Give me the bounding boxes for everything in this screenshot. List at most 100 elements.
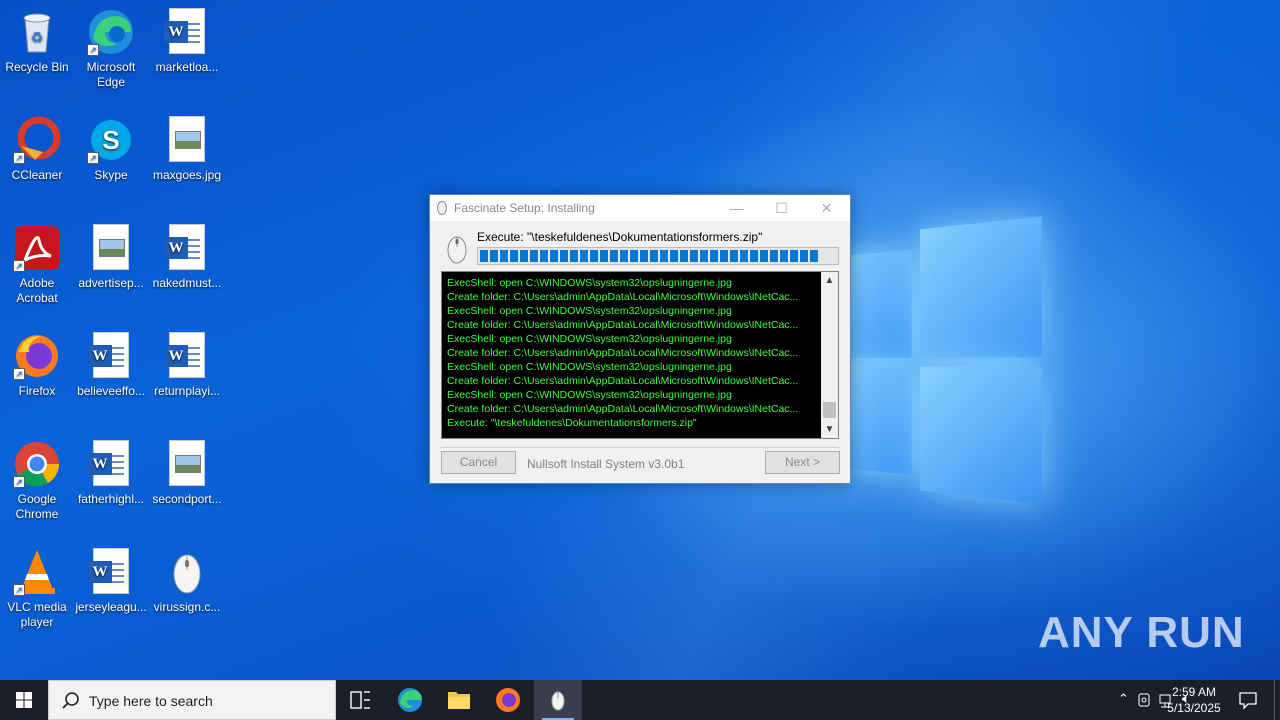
recycle-bin-icon: ♻ — [13, 8, 61, 56]
word-document-icon: W — [87, 332, 135, 380]
desktop-icon-label: returnplayi... — [153, 384, 221, 398]
scroll-down-arrow-icon[interactable]: ▼ — [821, 421, 838, 438]
ccleaner-icon: ↗ — [13, 116, 61, 164]
desktop-icon-label: maxgoes.jpg — [152, 168, 222, 182]
desktop-icon-label: Microsoft Edge — [86, 60, 136, 89]
svg-text:S: S — [102, 125, 119, 155]
scroll-up-arrow-icon[interactable]: ▲ — [821, 272, 838, 289]
image-file-icon — [163, 116, 211, 164]
desktop-icon-firefox[interactable]: ↗ Firefox — [0, 332, 74, 399]
install-progress-bar — [477, 247, 839, 265]
close-button[interactable]: ✕ — [804, 195, 849, 221]
task-view-button[interactable] — [336, 680, 384, 720]
mouse-installer-icon — [437, 201, 447, 215]
dialog-title: Fascinate Setup: Installing — [454, 201, 595, 215]
search-placeholder: Type here to search — [89, 693, 213, 709]
log-line: Create folder: C:\Users\admin\AppData\Lo… — [447, 403, 799, 415]
desktop-icon-secondport[interactable]: secondport... — [150, 440, 224, 507]
search-icon — [62, 692, 79, 709]
desktop-icon-virussign[interactable]: virussign.c... — [150, 548, 224, 615]
desktop-icon-label: Skype — [94, 168, 128, 182]
image-file-icon — [163, 440, 211, 488]
log-line: ExecShell: open C:\WINDOWS\system32\opsl… — [447, 389, 732, 401]
image-file-icon — [87, 224, 135, 272]
dialog-header: Execute: "\teskefuldenes\Dokumentationsf… — [430, 221, 850, 273]
clock[interactable]: 2:59 AM 5/13/2025 — [1160, 684, 1228, 716]
svg-text:♻: ♻ — [31, 29, 44, 45]
desktop-icon-fatherhighl[interactable]: W fatherhighl... — [74, 440, 148, 507]
desktop-icon-vlc[interactable]: ↗ VLC media player — [0, 548, 74, 630]
desktop-icon-label: nakedmust... — [152, 276, 222, 290]
windows-logo-wallpaper — [820, 216, 1042, 504]
show-hidden-icons-chevron-icon[interactable]: ⌃ — [1118, 691, 1129, 707]
word-document-icon: W — [163, 224, 211, 272]
desktop-icon-label: CCleaner — [11, 168, 63, 182]
edge-icon: ↗ — [87, 8, 135, 56]
minimize-button[interactable]: — — [714, 195, 759, 221]
desktop-icon-believeeffo[interactable]: W believeeffo... — [74, 332, 148, 399]
desktop-icon-label: Google Chrome — [15, 492, 59, 521]
maximize-button[interactable]: ☐ — [759, 195, 804, 221]
desktop-icon-label: virussign.c... — [153, 600, 221, 614]
vlc-icon: ↗ — [13, 548, 61, 596]
divider — [441, 447, 839, 448]
firefox-icon: ↗ — [13, 332, 61, 380]
scroll-thumb[interactable] — [823, 402, 836, 418]
device-icon[interactable] — [1136, 692, 1152, 708]
next-button[interactable]: Next > — [765, 451, 840, 474]
log-line: Create folder: C:\Users\admin\AppData\Lo… — [447, 375, 799, 387]
desktop-icon-label: Adobe Acrobat — [16, 276, 58, 305]
install-log[interactable]: ExecShell: open C:\WINDOWS\system32\opsl… — [441, 271, 839, 439]
show-desktop-button[interactable] — [1274, 680, 1280, 720]
word-document-icon: W — [87, 440, 135, 488]
progress-fill — [480, 250, 819, 262]
desktop-icon-recycle-bin[interactable]: ♻ Recycle Bin — [0, 8, 74, 75]
desktop-icon-returnplayi[interactable]: W returnplayi... — [150, 332, 224, 399]
taskbar-file-explorer[interactable] — [435, 680, 483, 720]
desktop-icon-label: believeeffo... — [77, 384, 145, 398]
desktop-icon-adobe-acrobat[interactable]: ↗ Adobe Acrobat — [0, 224, 74, 306]
desktop-icon-nakedmust[interactable]: W nakedmust... — [150, 224, 224, 291]
desktop-icon-label: jerseyleagu... — [75, 600, 147, 614]
desktop-icon-jerseyleagu[interactable]: W jerseyleagu... — [74, 548, 148, 615]
start-button[interactable] — [0, 680, 48, 720]
windows-start-icon — [16, 692, 32, 708]
desktop-icon-maxgoes[interactable]: maxgoes.jpg — [150, 116, 224, 183]
chrome-icon: ↗ — [13, 440, 61, 488]
skype-icon: S ↗ — [87, 116, 135, 164]
current-action-label: Execute: "\teskefuldenes\Dokumentationsf… — [477, 230, 763, 244]
taskbar-installer[interactable] — [534, 680, 582, 720]
word-document-icon: W — [163, 332, 211, 380]
desktop-icon-label: advertisep... — [78, 276, 144, 290]
desktop-icon-ccleaner[interactable]: ↗ CCleaner — [0, 116, 74, 183]
anyrun-watermark: ANY RUN — [1038, 608, 1245, 657]
desktop-icon-microsoft-edge[interactable]: ↗ Microsoft Edge — [74, 8, 148, 90]
desktop-icon-label: secondport... — [152, 492, 222, 506]
log-line: Create folder: C:\Users\admin\AppData\Lo… — [447, 319, 799, 331]
desktop-icon-marketloa[interactable]: W marketloa... — [150, 8, 224, 75]
task-view-icon — [350, 691, 370, 709]
taskbar-edge[interactable] — [386, 680, 434, 720]
word-document-icon: W — [87, 548, 135, 596]
cancel-button[interactable]: Cancel — [441, 451, 516, 474]
desktop-icon-label: Firefox — [18, 384, 56, 398]
desktop-icon-skype[interactable]: S ↗ Skype — [74, 116, 148, 183]
folder-icon — [448, 692, 470, 709]
desktop: ♻ Recycle Bin ↗ CCleaner ↗ Adobe Acrobat… — [0, 0, 1280, 680]
log-line: Create folder: C:\Users\admin\AppData\Lo… — [447, 291, 799, 303]
log-lines: ExecShell: open C:\WINDOWS\system32\opsl… — [447, 276, 819, 430]
desktop-icon-advertisep[interactable]: advertisep... — [74, 224, 148, 291]
notification-center-icon[interactable] — [1238, 690, 1258, 710]
taskbar-search-box[interactable]: Type here to search — [48, 680, 336, 720]
desktop-icon-google-chrome[interactable]: ↗ Google Chrome — [0, 440, 74, 522]
dialog-titlebar[interactable]: Fascinate Setup: Installing — ☐ ✕ — [430, 195, 850, 221]
word-document-icon: W — [163, 8, 211, 56]
installer-dialog: Fascinate Setup: Installing — ☐ ✕ Execut… — [429, 194, 851, 484]
log-line: ExecShell: open C:\WINDOWS\system32\opsl… — [447, 333, 732, 345]
edge-icon — [398, 688, 422, 712]
taskbar-firefox[interactable] — [484, 680, 532, 720]
desktop-icon-label: VLC media player — [7, 600, 67, 629]
log-line: ExecShell: open C:\WINDOWS\system32\opsl… — [447, 305, 732, 317]
log-scrollbar[interactable]: ▲ ▼ — [821, 272, 838, 438]
desktop-icon-label: Recycle Bin — [5, 60, 69, 74]
